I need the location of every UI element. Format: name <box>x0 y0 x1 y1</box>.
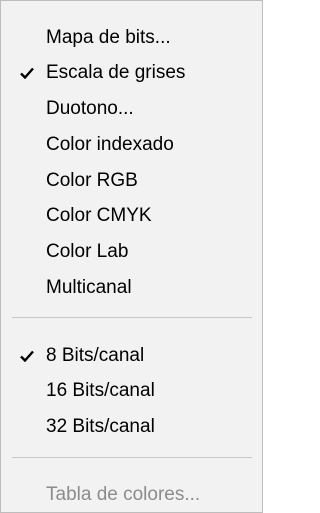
menu-item-multicanal[interactable]: Multicanal <box>1 270 262 306</box>
menu-item-mapa-de-bits[interactable]: Mapa de bits... <box>1 20 262 56</box>
menu-item-32-bits-canal[interactable]: 32 Bits/canal <box>1 409 262 445</box>
menu-item-duotono[interactable]: Duotono... <box>1 91 262 127</box>
menu-item-label: Mapa de bits... <box>46 27 171 48</box>
menu-item-label: Duotono... <box>46 98 134 119</box>
menu-item-color-rgb[interactable]: Color RGB <box>1 163 262 199</box>
menu-item-8-bits-canal[interactable]: 8 Bits/canal <box>1 338 262 374</box>
menu-item-tabla-de-colores: Tabla de colores... <box>1 477 262 513</box>
menu-item-label: 8 Bits/canal <box>46 345 145 366</box>
menu-item-color-indexado[interactable]: Color indexado <box>1 127 262 163</box>
menu-separator <box>12 457 252 458</box>
menu-item-label: Color Lab <box>46 241 129 262</box>
checkmark-icon <box>18 55 42 91</box>
menu-item-color-cmyk[interactable]: Color CMYK <box>1 198 262 234</box>
mode-context-menu: Mapa de bits... Escala de grises Duotono… <box>0 0 263 513</box>
menu-item-label: 32 Bits/canal <box>46 416 155 437</box>
menu-item-label: Tabla de colores... <box>46 484 201 505</box>
menu-item-escala-de-grises[interactable]: Escala de grises <box>1 55 262 91</box>
menu-item-color-lab[interactable]: Color Lab <box>1 234 262 270</box>
menu-separator <box>12 317 252 318</box>
menu-item-label: Color indexado <box>46 134 174 155</box>
menu-item-label: Escala de grises <box>46 62 186 83</box>
menu-item-16-bits-canal[interactable]: 16 Bits/canal <box>1 373 262 409</box>
menu-item-label: Color CMYK <box>46 205 152 226</box>
menu-item-label: Multicanal <box>46 277 132 298</box>
menu-item-label: 16 Bits/canal <box>46 380 155 401</box>
menu-item-label: Color RGB <box>46 170 138 191</box>
checkmark-icon <box>18 338 42 374</box>
